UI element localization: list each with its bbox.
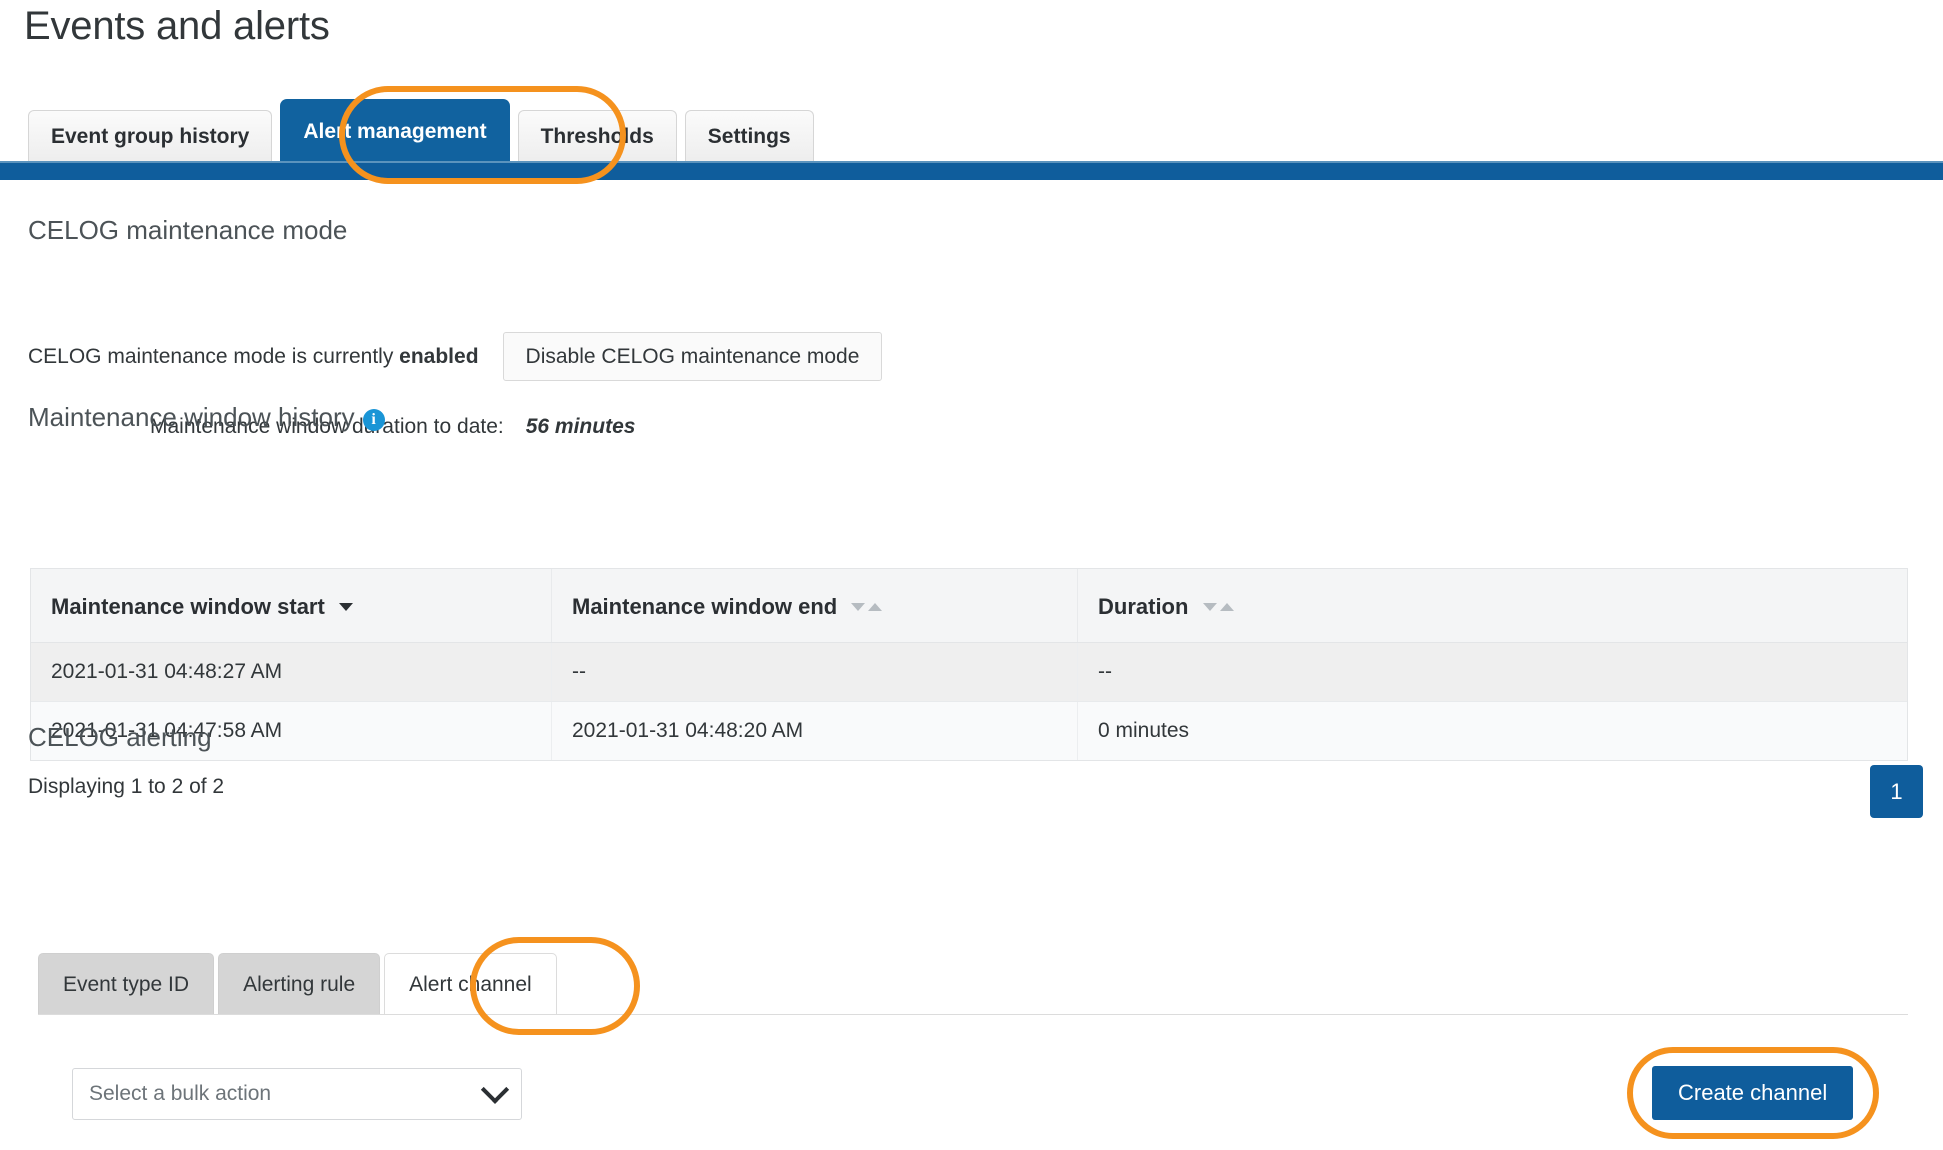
- maintenance-mode-row: CELOG maintenance mode is currently enab…: [28, 332, 883, 381]
- table-row[interactable]: 2021-01-31 04:47:58 AM 2021-01-31 04:48:…: [31, 701, 1907, 760]
- alerting-subtab-list: Event type ID Alerting rule Alert channe…: [38, 953, 561, 1015]
- column-header-label: Maintenance window end: [572, 594, 838, 619]
- tab-strip-accent-bar: [0, 161, 1943, 180]
- cell-maintenance-window-end: 2021-01-31 04:48:20 AM: [551, 701, 1078, 760]
- maintenance-window-duration-value: 56 minutes: [525, 415, 636, 438]
- column-header-maintenance-window-start[interactable]: Maintenance window start: [31, 569, 552, 643]
- maintenance-window-history-heading: Maintenance window history i: [28, 402, 385, 433]
- sort-indicator-none: [851, 591, 883, 617]
- maintenance-window-history-heading-text: Maintenance window history: [28, 402, 355, 432]
- column-header-duration[interactable]: Duration: [1077, 569, 1907, 643]
- bulk-action-select-value: Select a bulk action: [89, 1082, 272, 1105]
- table-header-row: Maintenance window start Maintenance win…: [31, 569, 1907, 643]
- info-icon[interactable]: i: [362, 409, 385, 431]
- subtab-alerting-rule[interactable]: Alerting rule: [218, 953, 381, 1015]
- pagination: 1: [1870, 765, 1923, 818]
- tab-list: Event group history Alert management Thr…: [28, 99, 814, 163]
- maintenance-window-history-table: Maintenance window start Maintenance win…: [30, 568, 1908, 761]
- table-row[interactable]: 2021-01-31 04:48:27 AM -- --: [31, 642, 1907, 702]
- subtab-underline: [38, 1014, 1908, 1015]
- cell-maintenance-window-end: --: [551, 642, 1078, 702]
- cell-duration: --: [1077, 642, 1907, 702]
- create-channel-button[interactable]: Create channel: [1652, 1066, 1854, 1120]
- cell-maintenance-window-start: 2021-01-31 04:48:27 AM: [31, 642, 552, 702]
- subtab-event-type-id[interactable]: Event type ID: [38, 953, 215, 1015]
- tab-thresholds[interactable]: Thresholds: [517, 110, 677, 163]
- sort-indicator-descending: [338, 591, 353, 617]
- maintenance-mode-heading: CELOG maintenance mode: [28, 215, 348, 245]
- tab-settings[interactable]: Settings: [684, 110, 814, 163]
- disable-celog-maintenance-mode-button[interactable]: Disable CELOG maintenance mode: [502, 332, 883, 381]
- cell-duration: 0 minutes: [1077, 701, 1907, 760]
- maintenance-mode-status-prefix: CELOG maintenance mode is currently: [28, 344, 394, 368]
- column-header-maintenance-window-end[interactable]: Maintenance window end: [551, 569, 1078, 643]
- column-header-label: Maintenance window start: [51, 594, 325, 619]
- column-header-label: Duration: [1098, 594, 1189, 619]
- primary-tab-strip: Event group history Alert management Thr…: [0, 99, 1943, 180]
- subtab-alert-channel[interactable]: Alert channel: [384, 953, 557, 1015]
- chevron-down-icon: [480, 1075, 510, 1104]
- tab-alert-management[interactable]: Alert management: [280, 99, 510, 163]
- sort-indicator-none: [1202, 591, 1234, 617]
- pagination-page-1[interactable]: 1: [1870, 765, 1923, 818]
- bulk-action-select[interactable]: Select a bulk action: [72, 1068, 522, 1120]
- tab-event-group-history[interactable]: Event group history: [28, 110, 273, 163]
- page-title: Events and alerts: [24, 4, 330, 48]
- celog-alerting-heading: CELOG alerting: [28, 722, 212, 752]
- maintenance-mode-status-value: enabled: [399, 344, 479, 368]
- displaying-count-label: Displaying 1 to 2 of 2: [28, 775, 225, 798]
- maintenance-mode-status: CELOG maintenance mode is currently enab…: [28, 345, 479, 369]
